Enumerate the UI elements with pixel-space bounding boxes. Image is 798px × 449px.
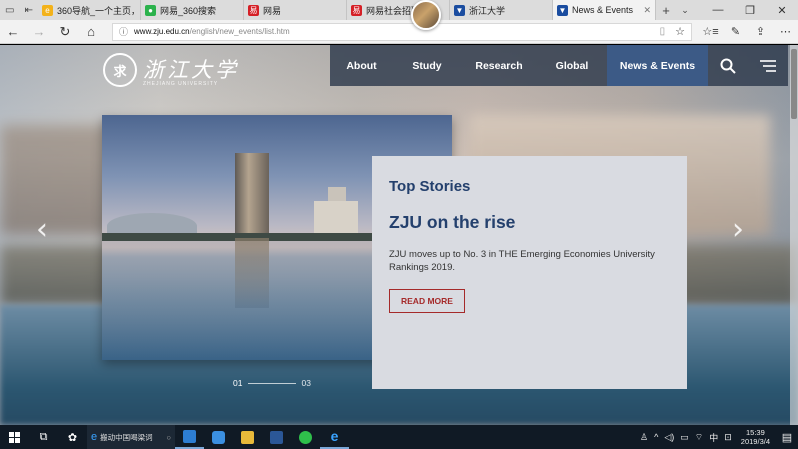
taskbar-search-box[interactable]: e 搬动中国喝梁词 ○ — [87, 425, 175, 449]
tab-preview-icon[interactable]: ▭ — [5, 5, 14, 16]
tab-controls[interactable]: ▭ ⇤ — [0, 0, 38, 20]
task-view-icon[interactable]: ⧉ — [29, 425, 58, 449]
pager-current[interactable]: 01 — [233, 378, 242, 388]
close-window-icon[interactable]: ✕ — [766, 0, 798, 20]
forward-arrow-icon[interactable]: → — [26, 24, 52, 39]
page-scrollbar[interactable] — [790, 45, 798, 425]
reading-view-icon[interactable]: ▯ — [660, 26, 666, 37]
people-icon[interactable]: ♙ — [637, 432, 651, 443]
tab-back-icon[interactable]: ⇤ — [25, 5, 33, 16]
carousel-next-arrow-icon[interactable]: › — [732, 212, 744, 247]
search-magnifier-icon: ○ — [166, 432, 171, 442]
more-menu-icon[interactable]: ⋯ — [773, 25, 798, 38]
read-more-button[interactable]: READ MORE — [389, 289, 465, 313]
tab-netease[interactable]: 易 网易 — [244, 0, 347, 20]
tab-label: 浙江大学 — [469, 5, 506, 16]
web-page: 求 浙江大学 ZHEJIANG UNIVERSITY About Study R… — [0, 45, 798, 425]
nav-study[interactable]: Study — [393, 45, 461, 86]
tab-label: 网易 — [263, 5, 282, 16]
tab-label: News & Events — [572, 5, 634, 15]
tab-360-nav[interactable]: e 360导航_一个主页，整 — [38, 0, 141, 20]
tab-list-chevron-icon[interactable]: ⌄ — [676, 0, 694, 20]
pager-total[interactable]: 03 — [301, 378, 310, 388]
background-building-left — [0, 125, 110, 235]
favorites-hub-icon[interactable]: ☆≡ — [698, 25, 723, 38]
netease-icon: 易 — [351, 4, 362, 16]
photo-tower-reflection — [235, 238, 269, 308]
back-arrow-icon[interactable]: ← — [0, 24, 26, 39]
taskbar-app-edge-icon[interactable]: e — [320, 425, 349, 449]
tab-label: 360导航_一个主页，整 — [57, 5, 141, 16]
edge-search-icon: e — [91, 431, 98, 443]
taskbar-app-word-icon[interactable] — [262, 425, 291, 449]
photo-tower — [235, 153, 269, 238]
app-launcher-icon[interactable]: ✿ — [58, 425, 87, 449]
ime-mode-icon[interactable]: ⊡ — [721, 432, 735, 443]
nav-research[interactable]: Research — [461, 45, 537, 86]
tab-hover-thumbnail — [411, 0, 441, 30]
zju-icon: ▼ — [557, 4, 568, 16]
network-icon[interactable]: ⌔ — [692, 432, 706, 443]
hamburger-menu-icon[interactable] — [748, 45, 788, 86]
close-tab-icon[interactable]: ✕ — [639, 5, 651, 16]
taskbar-app-notes-icon[interactable] — [204, 425, 233, 449]
pen-notes-icon[interactable]: ✎ — [723, 25, 748, 38]
system-tray: ♙ ^ ◁) ▭ ⌔ 中 ⊡ 15:39 2019/3/4 ▤ — [637, 428, 798, 446]
nav-global[interactable]: Global — [537, 45, 607, 86]
carousel-prev-arrow-icon[interactable]: ‹ — [36, 212, 48, 247]
taskbar-clock[interactable]: 15:39 2019/3/4 — [735, 428, 776, 446]
new-tab-button[interactable]: + — [656, 0, 676, 20]
volume-icon[interactable]: ◁) — [661, 432, 677, 443]
taskbar-app-wechat-icon[interactable] — [291, 425, 320, 449]
tab-label: 网易_360搜索 — [160, 5, 217, 16]
url-path: /english/new_events/list.htm — [189, 27, 290, 36]
story-title[interactable]: ZJU on the rise — [389, 212, 670, 233]
search-engine-icon: ● — [145, 4, 156, 16]
top-story-card: Top Stories ZJU on the rise ZJU moves up… — [372, 156, 687, 389]
share-icon[interactable]: ⇪ — [748, 25, 773, 38]
search-icon[interactable] — [708, 45, 748, 86]
favorite-star-icon[interactable]: ☆ — [675, 25, 685, 38]
clock-time: 15:39 — [746, 428, 765, 437]
show-hidden-icons-chevron-icon[interactable]: ^ — [651, 432, 661, 442]
360-icon: e — [42, 4, 53, 16]
window-controls: — ❐ ✕ — [702, 0, 798, 20]
info-icon: ⓘ — [119, 27, 129, 37]
scrollbar-thumb[interactable] — [791, 49, 797, 119]
nav-about[interactable]: About — [330, 45, 393, 86]
clock-date: 2019/3/4 — [740, 437, 770, 446]
pager-progress-line — [248, 382, 297, 384]
nav-news-events[interactable]: News & Events — [607, 45, 708, 86]
logo-subtitle: ZHEJIANG UNIVERSITY — [143, 81, 219, 87]
minimize-icon[interactable]: — — [702, 0, 734, 20]
zju-icon: ▼ — [454, 4, 465, 16]
story-description: ZJU moves up to No. 3 in THE Emerging Ec… — [389, 249, 655, 273]
address-bar-row: ← → ↻ ⌂ ⓘ www.zju.edu.cn /english/new_ev… — [0, 20, 798, 44]
main-navigation: About Study Research Global News & Event… — [330, 45, 788, 86]
carousel-pager: 01 03 — [233, 378, 311, 388]
refresh-icon[interactable]: ↻ — [52, 24, 78, 40]
windows-start-icon[interactable] — [0, 425, 29, 449]
browser-tab-strip: ▭ ⇤ e 360导航_一个主页，整 ● 网易_360搜索 易 网易 易 网易社… — [0, 0, 798, 20]
zju-logo[interactable]: 求 浙江大学 ZHEJIANG UNIVERSITY — [103, 53, 239, 87]
browser-toolbar: ☆≡ ✎ ⇪ ⋯ — [698, 25, 798, 38]
logo-wordmark: 浙江大学 — [143, 58, 239, 82]
university-seal-icon: 求 — [103, 53, 137, 87]
action-center-icon[interactable]: ▤ — [776, 431, 798, 444]
battery-icon[interactable]: ▭ — [677, 432, 692, 443]
netease-icon: 易 — [248, 4, 259, 16]
restore-icon[interactable]: ❐ — [734, 0, 766, 20]
taskbar-app-explorer-icon[interactable] — [233, 425, 262, 449]
story-kicker: Top Stories — [389, 178, 471, 195]
ime-indicator[interactable]: 中 — [706, 431, 721, 444]
url-host: www.zju.edu.cn — [134, 27, 190, 36]
search-suggestion-text: 搬动中国喝梁词 — [100, 432, 153, 442]
windows-taskbar: ⧉ ✿ e 搬动中国喝梁词 ○ e ♙ ^ ◁) ▭ ⌔ 中 ⊡ 15:39 2… — [0, 425, 798, 449]
home-icon[interactable]: ⌂ — [78, 24, 104, 39]
taskbar-app-browser-icon[interactable] — [175, 425, 204, 449]
tab-zju[interactable]: ▼ 浙江大学 — [450, 0, 553, 20]
tab-news-events[interactable]: ▼ News & Events ✕ — [553, 0, 656, 20]
url-field[interactable]: ⓘ www.zju.edu.cn /english/new_events/lis… — [112, 22, 692, 41]
tab-360-search[interactable]: ● 网易_360搜索 — [141, 0, 244, 20]
